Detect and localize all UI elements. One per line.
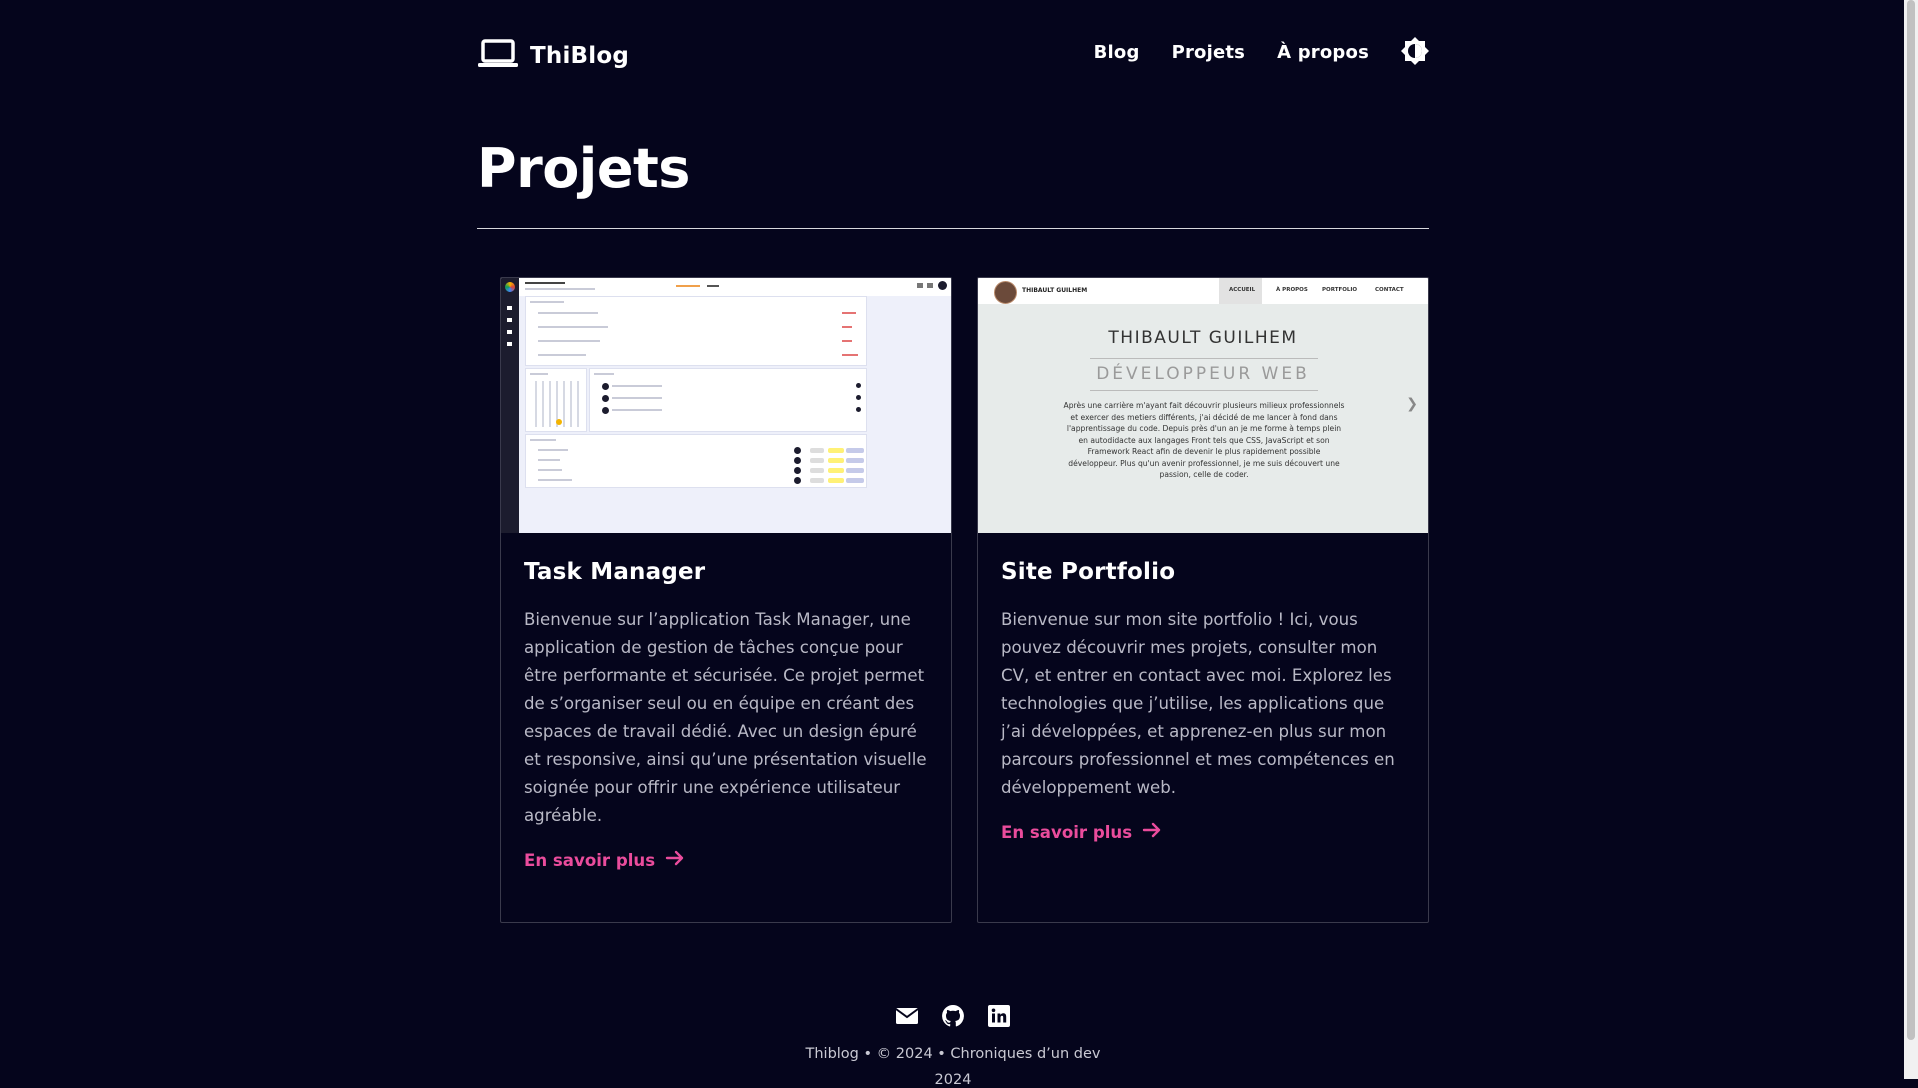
card-description: Bienvenue sur l’application Task Manager… (524, 610, 927, 825)
card-title[interactable]: Site Portfolio (1001, 559, 1405, 585)
read-more-link[interactable]: En savoir plus (1001, 820, 1162, 844)
pf-subheading: DÉVELOPPEUR WEB (1096, 364, 1310, 384)
card-body: Site Portfolio Bienvenue sur mon site po… (978, 533, 1428, 844)
site-header: ThiBlog Blog Projets À propos (477, 0, 1429, 108)
pf-menu-item: À PROPOS (1276, 287, 1308, 293)
arrow-right-icon (665, 848, 685, 872)
github-icon[interactable] (941, 1004, 965, 1028)
page-scrollbar[interactable] (1904, 0, 1918, 1079)
pf-menu-item: ACCUEIL (1229, 287, 1256, 293)
card-description: Bienvenue sur mon site portfolio ! Ici, … (1001, 610, 1395, 797)
pf-rule (1090, 358, 1318, 359)
main-nav: Blog Projets À propos (1094, 37, 1429, 65)
pf-navbar: THIBAULT GUILHEM ACCUEIL À PROPOS PORTFO… (978, 278, 1428, 304)
theme-toggle-icon[interactable] (1401, 37, 1429, 65)
pf-menu-item: PORTFOLIO (1322, 287, 1358, 293)
project-card-portfolio: THIBAULT GUILHEM ACCUEIL À PROPOS PORTFO… (977, 277, 1429, 923)
pf-heading: THIBAULT GUILHEM (1108, 328, 1298, 348)
portfolio-screenshot[interactable]: THIBAULT GUILHEM ACCUEIL À PROPOS PORTFO… (978, 278, 1428, 533)
brand-link[interactable]: ThiBlog (477, 38, 629, 74)
nav-link-a-propos[interactable]: À propos (1277, 42, 1369, 63)
project-card-task-manager: Task Manager Bienvenue sur l’application… (500, 277, 952, 923)
title-divider (477, 228, 1429, 229)
laptop-icon (477, 38, 519, 74)
pf-menu-item: CONTACT (1375, 287, 1404, 293)
pf-rule (1090, 390, 1318, 391)
card-title[interactable]: Task Manager (524, 559, 928, 585)
copyright-year: 2024 (934, 1072, 972, 1088)
page-title: Projets (477, 137, 690, 200)
scrollbar-thumb[interactable] (1907, 0, 1915, 1040)
read-more-link[interactable]: En savoir plus (524, 848, 685, 872)
brand-name: ThiBlog (530, 43, 630, 69)
mail-icon[interactable] (895, 1004, 919, 1028)
pf-nav-name: THIBAULT GUILHEM (1022, 287, 1088, 294)
linkedin-icon[interactable] (987, 1004, 1011, 1028)
social-links (477, 1004, 1429, 1028)
pf-avatar (994, 281, 1017, 304)
copyright-text: Thiblog • © 2024 • Chroniques d’un dev (805, 1046, 1101, 1062)
read-more-label: En savoir plus (524, 850, 656, 870)
nav-link-projets[interactable]: Projets (1172, 42, 1246, 63)
page-container: ThiBlog Blog Projets À propos Projets Ta… (477, 0, 1429, 923)
arrow-right-icon (1142, 820, 1162, 844)
read-more-label: En savoir plus (1001, 822, 1133, 842)
task-manager-screenshot[interactable] (501, 278, 951, 533)
pf-intro: Après une carrière m'ayant fait découvri… (1063, 401, 1345, 479)
chevron-right-icon: ❯ (1406, 396, 1418, 412)
tm-main (519, 278, 951, 533)
card-body: Task Manager Bienvenue sur l’application… (501, 533, 951, 872)
nav-link-blog[interactable]: Blog (1094, 42, 1140, 63)
tm-sidebar (501, 278, 519, 533)
